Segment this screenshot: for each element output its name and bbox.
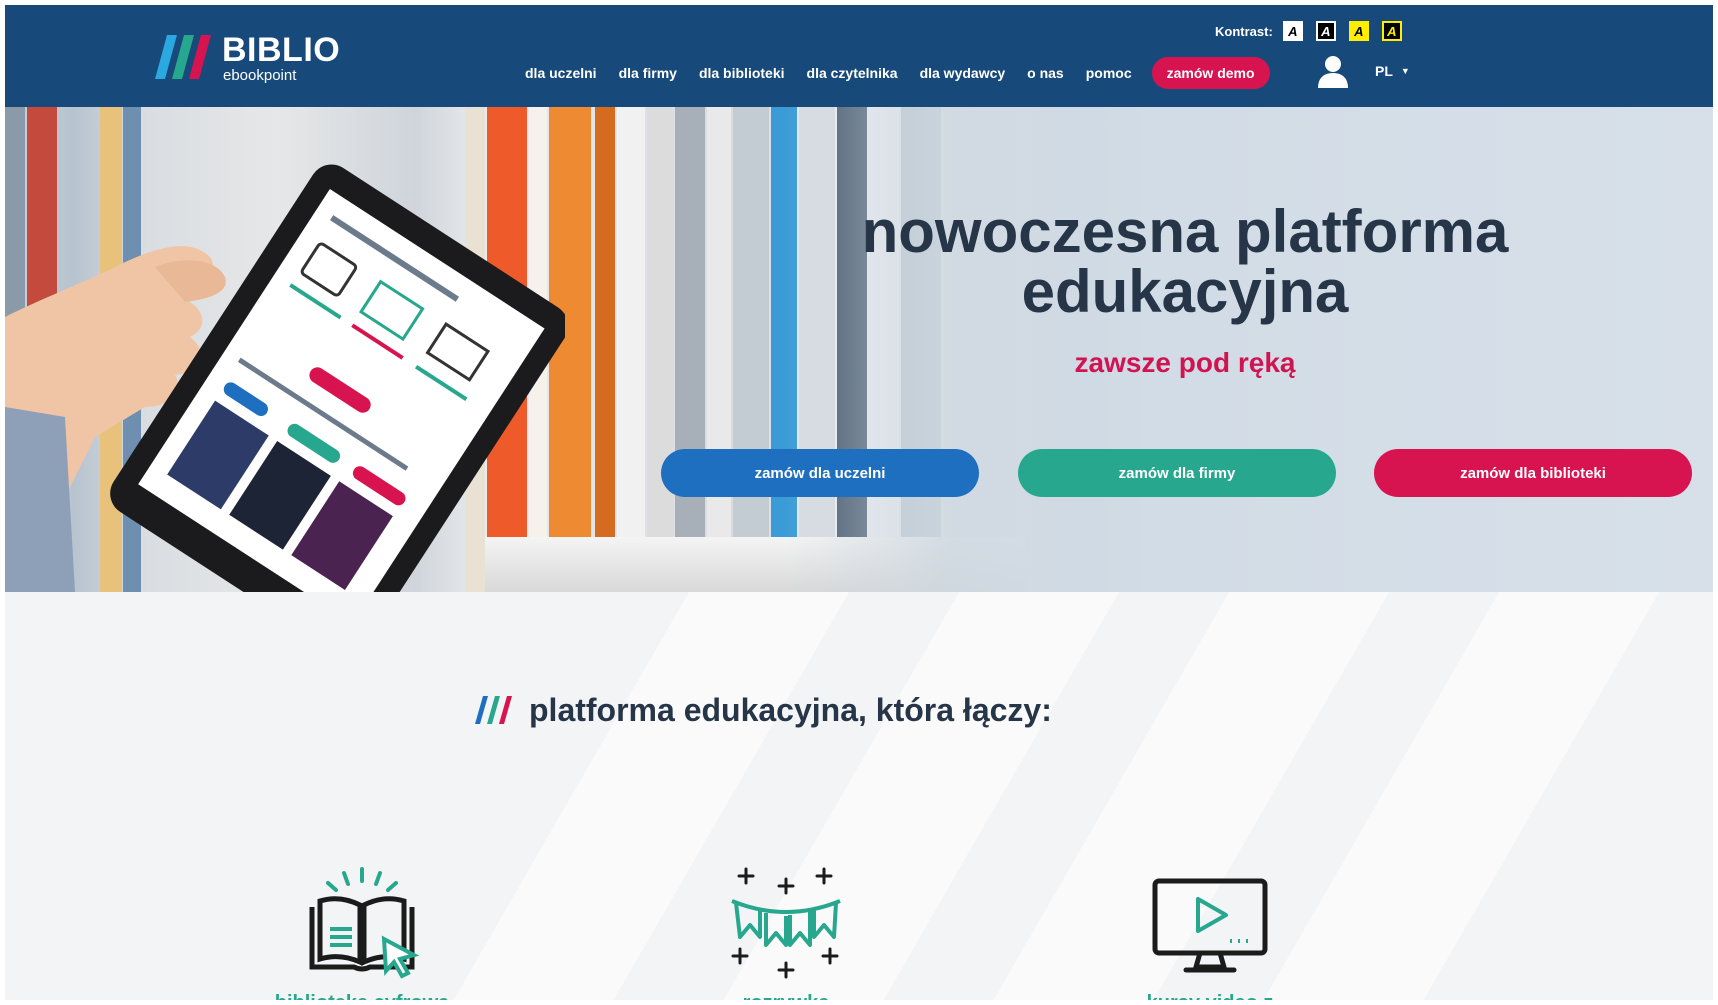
feature-digital-library: bibliotekę cyfrową bbox=[222, 867, 502, 1000]
order-demo-button[interactable]: zamów demo bbox=[1151, 57, 1270, 89]
nav-item-uczelni[interactable]: dla uczelni bbox=[525, 65, 597, 81]
feature-entertainment: rozrywkę bbox=[646, 867, 926, 1000]
section-heading: platforma edukacyjna, która łączy: bbox=[475, 690, 1052, 730]
user-account-icon[interactable] bbox=[1315, 53, 1351, 89]
monitor-play-icon bbox=[1152, 878, 1268, 973]
tablet-in-hand-image bbox=[5, 164, 565, 592]
order-for-university-button[interactable]: zamów dla uczelni bbox=[661, 449, 979, 497]
contrast-label: Kontrast: bbox=[1215, 23, 1273, 39]
nav-item-o-nas[interactable]: o nas bbox=[1027, 65, 1064, 81]
contrast-option-yellow[interactable]: A bbox=[1348, 21, 1369, 41]
section-title: platforma edukacyjna, która łączy: bbox=[529, 691, 1052, 728]
nav-item-firmy[interactable]: dla firmy bbox=[619, 65, 677, 81]
nav-item-czytelnika[interactable]: dla czytelnika bbox=[807, 65, 898, 81]
contrast-option-inverted[interactable]: A bbox=[1315, 21, 1336, 41]
biblio-logo[interactable]: BIBLIO ebookpoint bbox=[155, 29, 355, 85]
language-selector[interactable]: PL ▼ bbox=[1375, 63, 1410, 79]
site-header: BIBLIO ebookpoint Kontrast: A A A A dla … bbox=[5, 5, 1713, 107]
hero-title: nowoczesna platforma edukacyjna bbox=[795, 202, 1575, 322]
contrast-option-yellow-on-black[interactable]: A bbox=[1381, 21, 1402, 41]
order-for-company-button[interactable]: zamów dla firmy bbox=[1018, 449, 1336, 497]
nav-item-biblioteki[interactable]: dla biblioteki bbox=[699, 65, 785, 81]
feature-label-entertainment: rozrywkę bbox=[646, 992, 926, 1000]
open-book-icon bbox=[309, 867, 420, 979]
order-for-library-button[interactable]: zamów dla biblioteki bbox=[1374, 449, 1692, 497]
features-section: platforma edukacyjna, która łączy: bibli… bbox=[5, 592, 1713, 1000]
contrast-switcher: Kontrast: A A A A bbox=[1215, 20, 1415, 42]
garland-icon bbox=[731, 867, 841, 979]
hero-title-line1: nowoczesna platforma bbox=[861, 198, 1509, 265]
feature-label-video: kursy video z bbox=[1070, 992, 1350, 1000]
logo-slashes-icon bbox=[155, 35, 211, 79]
contrast-option-default[interactable]: A bbox=[1282, 21, 1303, 41]
heading-slashes-icon bbox=[475, 696, 512, 724]
feature-label-library: bibliotekę cyfrową bbox=[222, 992, 502, 1000]
chevron-down-icon: ▼ bbox=[1400, 66, 1410, 76]
nav-item-pomoc[interactable]: pomoc bbox=[1086, 65, 1132, 81]
main-nav: dla uczelni dla firmy dla biblioteki dla… bbox=[525, 55, 1270, 91]
logo-title: BIBLIO bbox=[222, 31, 341, 69]
logo-subtitle: ebookpoint bbox=[223, 67, 297, 84]
feature-video-courses: kursy video z bbox=[1070, 867, 1350, 1000]
nav-item-wydawcy[interactable]: dla wydawcy bbox=[920, 65, 1006, 81]
hero-title-line2: edukacyjna bbox=[1021, 258, 1349, 325]
language-label: PL bbox=[1375, 63, 1393, 79]
hero-banner: nowoczesna platforma edukacyjna zawsze p… bbox=[5, 107, 1713, 592]
hero-subtitle: zawsze pod ręką bbox=[1074, 347, 1296, 378]
page: BIBLIO ebookpoint Kontrast: A A A A dla … bbox=[5, 5, 1713, 1000]
